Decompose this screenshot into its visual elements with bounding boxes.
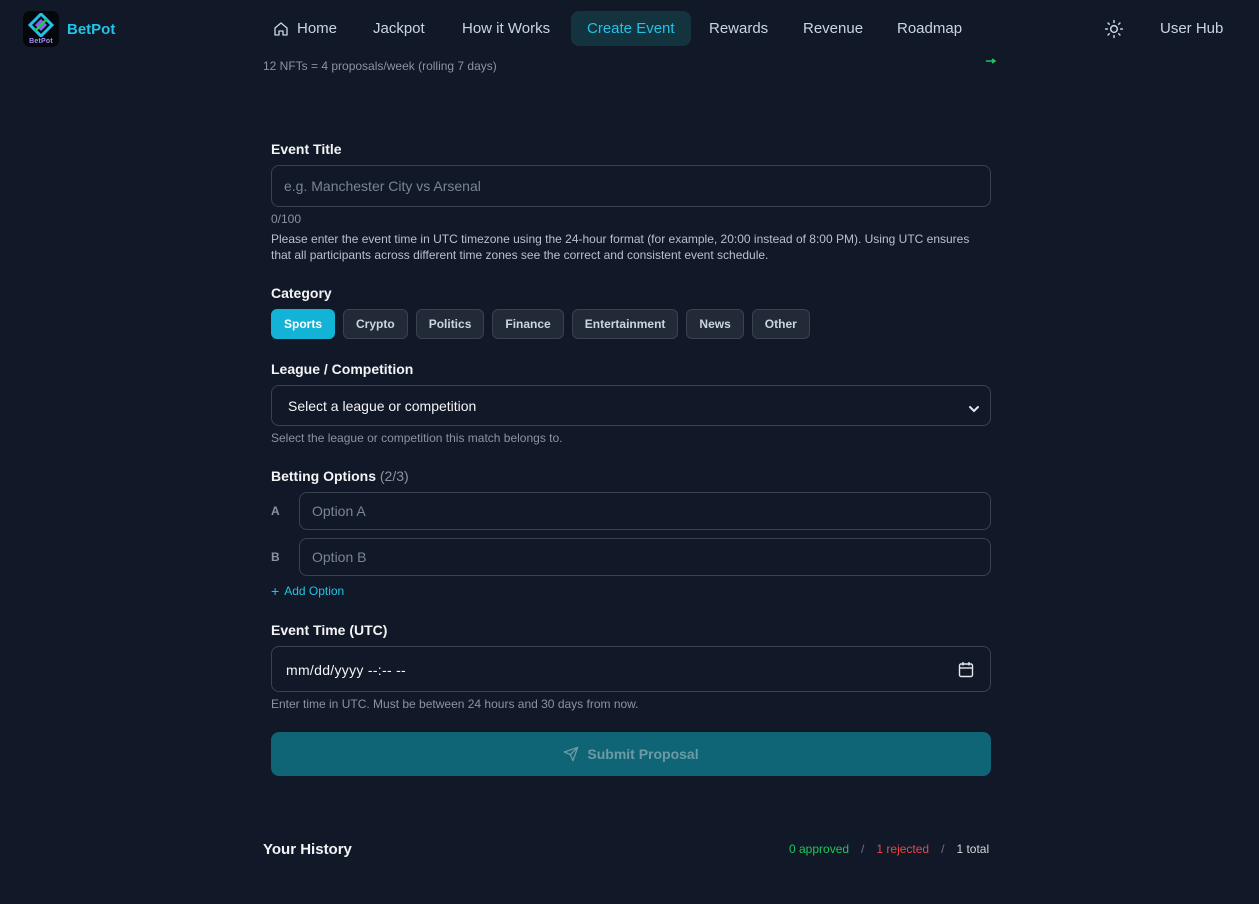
nav-create-event[interactable]: Create Event: [571, 11, 691, 46]
nav-how-it-works[interactable]: How it Works: [446, 11, 566, 46]
betting-options-count: (2/3): [379, 468, 409, 484]
trend-mark-icon: [986, 58, 997, 64]
option-a-letter: A: [271, 504, 280, 518]
nft-proposal-limit-note: 12 NFTs = 4 proposals/week (rolling 7 da…: [263, 59, 497, 73]
history-title: Your History: [263, 841, 352, 858]
category-chip-entertainment[interactable]: Entertainment: [571, 309, 679, 339]
brand-name: BetPot: [67, 20, 116, 38]
category-chip-news[interactable]: News: [686, 309, 744, 339]
nav-home[interactable]: Home: [257, 11, 353, 46]
logo-wordmark: BetPot: [29, 38, 53, 45]
home-icon: [273, 21, 289, 37]
event-time-label: Event Time (UTC): [271, 622, 388, 638]
utc-time-hint: Please enter the event time in UTC timez…: [271, 232, 970, 262]
option-b-input[interactable]: [299, 538, 991, 576]
nav-revenue[interactable]: Revenue: [787, 11, 879, 46]
calendar-icon[interactable]: [958, 661, 974, 683]
nav-rewards[interactable]: Rewards: [693, 11, 784, 46]
category-label: Category: [271, 285, 332, 301]
category-chips: Sports Crypto Politics Finance Entertain…: [271, 309, 818, 339]
sun-icon[interactable]: [1104, 19, 1124, 39]
diamond-logo-icon: [27, 13, 55, 37]
league-hint: Select the league or competition this ma…: [271, 431, 563, 445]
plus-icon: +: [271, 583, 280, 599]
total-count: 1 total: [956, 842, 990, 856]
nav-roadmap[interactable]: Roadmap: [881, 11, 978, 46]
nav-home-label: Home: [297, 20, 338, 37]
add-option-button[interactable]: + Add Option: [271, 584, 344, 598]
history-stats: 0 approved / 1 rejected / 1 total: [789, 842, 989, 856]
league-select-value: Select a league or competition: [288, 398, 477, 414]
league-select[interactable]: Select a league or competition: [271, 385, 991, 426]
option-a-input[interactable]: [299, 492, 991, 530]
league-label: League / Competition: [271, 361, 414, 377]
category-chip-finance[interactable]: Finance: [492, 309, 564, 339]
category-chip-politics[interactable]: Politics: [415, 309, 485, 339]
category-chip-sports[interactable]: Sports: [271, 309, 336, 339]
betting-options-title: Betting Options: [271, 468, 376, 484]
submit-proposal-button[interactable]: Submit Proposal: [271, 732, 991, 776]
event-time-hint: Enter time in UTC. Must be between 24 ho…: [271, 697, 639, 711]
category-chip-crypto[interactable]: Crypto: [343, 309, 408, 339]
category-chip-other[interactable]: Other: [751, 309, 810, 339]
add-option-label: Add Option: [284, 584, 345, 598]
brand[interactable]: BetPot BetPot: [23, 11, 115, 47]
send-icon: [563, 746, 579, 762]
submit-proposal-label: Submit Proposal: [587, 746, 699, 762]
chevron-down-icon: [968, 401, 980, 419]
user-hub-link[interactable]: User Hub: [1160, 11, 1223, 46]
event-time-input[interactable]: mm/dd/yyyy --:-- --: [271, 646, 991, 692]
betpot-logo: BetPot: [23, 11, 59, 47]
rejected-count: 1 rejected: [876, 842, 930, 856]
event-time-value: mm/dd/yyyy --:-- --: [286, 662, 407, 678]
betting-options-label: Betting Options (2/3): [271, 468, 409, 484]
approved-count: 0 approved: [789, 842, 850, 856]
event-title-input[interactable]: [271, 165, 991, 207]
stat-separator: /: [941, 842, 945, 856]
option-b-letter: B: [271, 550, 280, 564]
event-title-label: Event Title: [271, 141, 342, 157]
event-title-counter: 0/100: [271, 212, 302, 226]
stat-separator: /: [861, 842, 865, 856]
top-navbar: BetPot BetPot Home Jackpot How it Works …: [0, 0, 1259, 57]
nav-jackpot[interactable]: Jackpot: [357, 11, 441, 46]
